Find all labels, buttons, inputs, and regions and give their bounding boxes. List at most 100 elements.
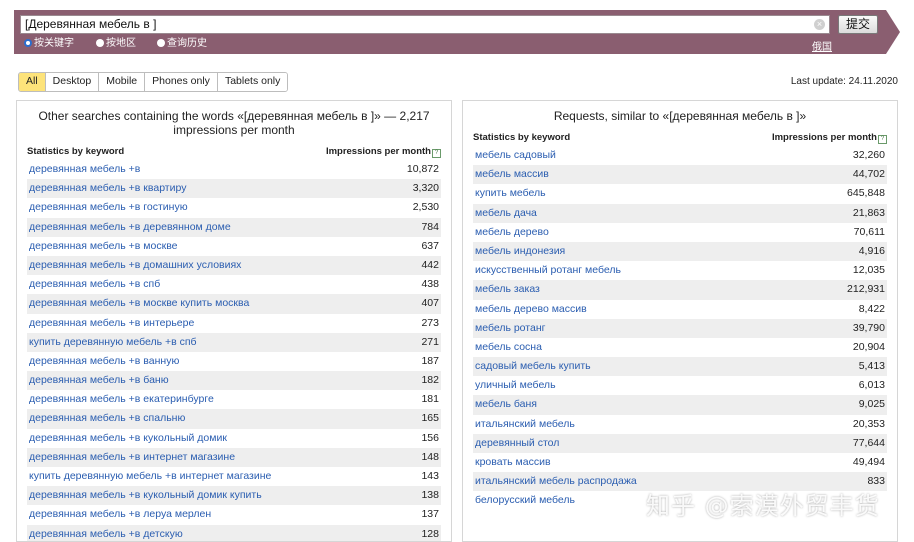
impressions-value: 407	[421, 297, 439, 310]
tab-desktop[interactable]: Desktop	[45, 73, 100, 91]
keyword-link[interactable]: деревянная мебель +в леруа мерлен	[29, 505, 211, 524]
table-row: деревянная мебель +в кукольный домик 156	[27, 429, 441, 448]
keyword-link[interactable]: уличный мебель	[475, 376, 556, 395]
impressions-value: 77,644	[852, 436, 885, 449]
tab-mobile[interactable]: Mobile	[99, 73, 146, 91]
keyword-link[interactable]: деревянная мебель +в москве	[29, 237, 178, 256]
impressions-value: 156	[421, 431, 439, 444]
table-row: искусственный ротанг мебель 12,035	[473, 261, 887, 280]
keyword-link[interactable]: кровать массив	[475, 453, 551, 472]
radio-history[interactable]: 查询历史	[157, 38, 207, 50]
impressions-value: 5,413	[858, 360, 885, 373]
table-row: кровать массив 49,494	[473, 453, 887, 472]
radio-by-region[interactable]: 按地区	[96, 38, 136, 50]
table-row: деревянная мебель +в квартиру 3,320	[27, 179, 441, 199]
impressions-value: 645,848	[847, 187, 885, 200]
help-icon[interactable]: ?	[878, 135, 887, 144]
search-query: [Деревянная мебель в ]	[25, 17, 157, 31]
panel-title: Other searches containing the words «[де…	[38, 109, 430, 137]
impressions-value: 271	[421, 335, 439, 348]
table-row: деревянная мебель +в ванную 187	[27, 352, 441, 371]
table-row: мебель индонезия 4,916	[473, 241, 887, 262]
col-impressions: Impressions per month?	[326, 145, 441, 159]
keyword-link[interactable]: мебель дерево	[475, 223, 549, 242]
tab-tablets-only[interactable]: Tablets only	[217, 73, 288, 91]
radio-icon	[157, 39, 165, 47]
impressions-value: 39,790	[852, 321, 885, 334]
keyword-table: мебель садовый 32,260 мебель массив 44,702 к…	[473, 146, 887, 511]
impressions-value: 44,702	[852, 168, 885, 181]
table-row: деревянная мебель +в деревянном доме 784	[27, 217, 441, 237]
keyword-link[interactable]: деревянная мебель +в гостиную	[29, 198, 188, 217]
keyword-link[interactable]: деревянная мебель +в детскую	[29, 525, 183, 541]
impressions-value: 2,530	[412, 201, 439, 214]
table-row: деревянная мебель +в кукольный домик куп…	[27, 486, 441, 506]
search-input[interactable]: [Деревянная мебель в ] ×	[20, 15, 830, 34]
keyword-link[interactable]: деревянная мебель +в интерьере	[29, 314, 194, 333]
table-row: деревянная мебель +в детскую 128	[27, 524, 441, 541]
impressions-value: 438	[421, 278, 439, 291]
keyword-link[interactable]: деревянная мебель +в спб	[29, 275, 160, 294]
keyword-link[interactable]: мебель заказ	[475, 280, 540, 299]
keyword-link[interactable]: мебель дача	[475, 204, 537, 223]
containing-words-panel: Other searches containing the words «[де…	[16, 100, 452, 542]
impressions-value: 70,611	[853, 225, 885, 238]
impressions-value: 6,013	[858, 379, 885, 392]
keyword-link[interactable]: искусственный ротанг мебель	[475, 261, 621, 280]
table-row: купить деревянную мебель +в спб 271	[27, 332, 441, 352]
keyword-link[interactable]: мебель ротанг	[475, 319, 545, 338]
impressions-value: 182	[421, 374, 439, 387]
table-row: мебель заказ 212,931	[473, 280, 887, 300]
table-row: мебель массив 44,702	[473, 165, 887, 185]
keyword-link[interactable]: деревянная мебель +в кукольный домик куп…	[29, 486, 262, 505]
keyword-link[interactable]: мебель массив	[475, 165, 549, 184]
submit-button[interactable]: 提交	[838, 15, 878, 34]
keyword-link[interactable]: мебель баня	[475, 395, 537, 414]
col-keyword: Statistics by keyword	[473, 132, 571, 143]
impressions-value: 12,035	[852, 264, 885, 277]
keyword-link[interactable]: купить деревянную мебель +в интернет маг…	[29, 467, 271, 486]
impressions-value: 8,422	[858, 302, 885, 315]
keyword-link[interactable]: деревянная мебель +в деревянном доме	[29, 218, 231, 237]
keyword-link[interactable]: купить мебель	[475, 184, 546, 203]
keyword-link[interactable]: деревянная мебель +в домашних условиях	[29, 256, 241, 275]
keyword-link[interactable]: купить деревянную мебель +в спб	[29, 333, 197, 352]
language-link[interactable]: 俄国	[812, 38, 832, 53]
keyword-link[interactable]: деревянный стол	[475, 434, 559, 453]
keyword-link[interactable]: белорусский мебель	[475, 491, 575, 510]
table-row: мебель садовый 32,260	[473, 146, 887, 165]
table-row: деревянная мебель +в гостиную 2,530	[27, 198, 441, 217]
keyword-link[interactable]: деревянная мебель +в интернет магазине	[29, 448, 235, 467]
keyword-link[interactable]: деревянная мебель +в квартиру	[29, 179, 186, 198]
tab-all[interactable]: All	[19, 73, 46, 91]
keyword-link[interactable]: мебель садовый	[475, 146, 556, 165]
keyword-link[interactable]: итальянский мебель	[475, 415, 575, 434]
keyword-link[interactable]: мебель сосна	[475, 338, 542, 357]
impressions-value: 10,872	[406, 163, 439, 175]
radio-by-keyword[interactable]: 按关键字	[24, 38, 74, 50]
keyword-link[interactable]: деревянная мебель +в спальню	[29, 409, 185, 428]
tab-phones-only[interactable]: Phones only	[145, 73, 218, 91]
keyword-link[interactable]: деревянная мебель +в кукольный домик	[29, 429, 227, 448]
impressions-value: 143	[421, 470, 439, 482]
impressions-value: 21,863	[852, 206, 885, 219]
impressions-value: 137	[421, 508, 439, 521]
table-row: мебель дерево массив 8,422	[473, 300, 887, 319]
keyword-link[interactable]: деревянная мебель +в москве купить москв…	[29, 294, 249, 313]
last-update: Last update: 24.11.2020	[790, 76, 898, 87]
impressions-value: 442	[421, 258, 439, 271]
table-row: деревянный стол 77,644	[473, 433, 887, 453]
keyword-link[interactable]: деревянная мебель +в ванную	[29, 352, 179, 371]
keyword-link[interactable]: садовый мебель купить	[475, 357, 591, 376]
keyword-link[interactable]: деревянная мебель +в екатеринбурге	[29, 390, 214, 409]
help-icon[interactable]: ?	[432, 149, 441, 158]
keyword-link[interactable]: деревянная мебель +в	[29, 160, 140, 179]
keyword-link[interactable]: деревянная мебель +в баню	[29, 371, 169, 390]
keyword-link[interactable]: мебель индонезия	[475, 242, 565, 261]
col-impressions: Impressions per month?	[772, 131, 887, 145]
keyword-link[interactable]: мебель дерево массив	[475, 300, 587, 319]
keyword-link[interactable]: итальянский мебель распродажа	[475, 472, 637, 491]
clear-icon[interactable]: ×	[814, 19, 825, 30]
radio-icon	[96, 39, 104, 47]
impressions-value: 4,916	[858, 244, 885, 257]
